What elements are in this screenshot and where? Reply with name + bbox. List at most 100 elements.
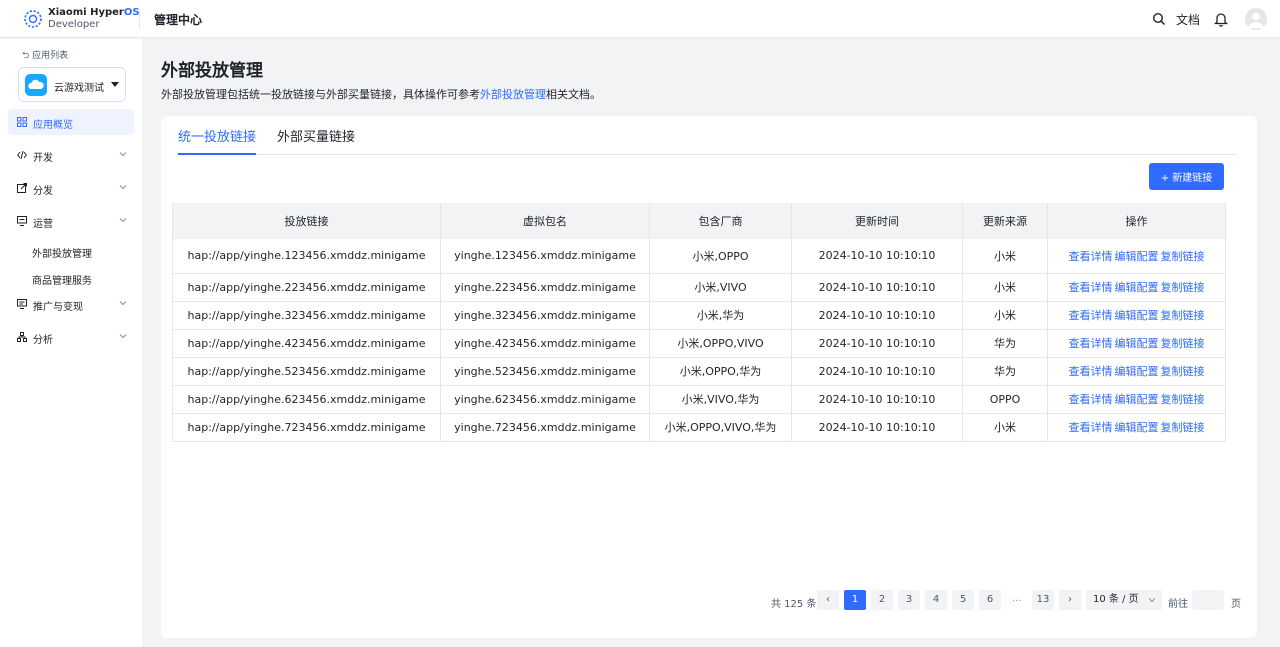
page-button-6[interactable]: 6 [979,590,1001,610]
column-header: 更新来源 [962,203,1048,239]
edit-config-link[interactable]: 编辑配置 [1115,393,1159,406]
view-details-link[interactable]: 查看详情 [1069,281,1113,294]
page-size-value: 10 条 / 页 [1093,594,1139,605]
table-row: hap://app/yinghe.423456.xmddz.minigame yi… [172,329,1226,358]
sidebar-item-analytics[interactable]: 分析 [8,324,134,350]
copy-link-button[interactable]: 复制链接 [1161,337,1205,350]
sidebar-item-operate[interactable]: 运营 [8,208,134,234]
page-button-13[interactable]: 13 [1032,590,1054,610]
chevron-down-icon [119,185,127,190]
sidebar-item-promotion[interactable]: 推广与变现 [8,291,134,317]
sidebar: ⮌ 应用列表 云游戏测试 应用概览 开发 分发 运营 外部投放管理 商品管理服务… [0,39,142,647]
table-cell: hap://app/yinghe.123456.xmddz.minigame [172,239,441,274]
table-cell: OPPO [962,385,1048,414]
table-cell: yinghe.723456.xmddz.minigame [440,413,650,442]
copy-link-button[interactable]: 复制链接 [1161,365,1205,378]
tab-external-purchase-links[interactable]: 外部买量链接 [277,126,355,155]
page-button-3[interactable]: 3 [898,590,920,610]
page-button-1[interactable]: 1 [844,590,866,610]
page-size-select[interactable]: 10 条 / 页 [1086,590,1162,610]
sidebar-item-label: 分析 [33,335,53,346]
table-actions-cell: 查看详情 编辑配置 复制链接 [1047,357,1226,386]
next-page-button[interactable]: › [1059,590,1081,610]
view-details-link[interactable]: 查看详情 [1069,250,1113,263]
table-actions-cell: 查看详情 编辑配置 复制链接 [1047,413,1226,442]
edit-config-link[interactable]: 编辑配置 [1115,337,1159,350]
table-cell: 2024-10-10 10:10:10 [791,329,963,358]
edit-config-link[interactable]: 编辑配置 [1115,281,1159,294]
table-cell: yinghe.423456.xmddz.minigame [440,329,650,358]
sidebar-item-label: 分发 [33,186,53,197]
header-divider [139,8,140,30]
column-header: 更新时间 [791,203,963,239]
logo[interactable]: Xiaomi HyperOS Developer [22,7,140,31]
sidebar-sub-product-management[interactable]: 商品管理服务 [32,272,92,287]
pagination-total: 共 125 条 [771,599,817,610]
table-cell: 2024-10-10 10:10:10 [791,273,963,302]
sidebar-item-overview[interactable]: 应用概览 [8,109,134,135]
table-cell: yinghe.523456.xmddz.minigame [440,357,650,386]
table-row: hap://app/yinghe.323456.xmddz.minigame yi… [172,301,1226,330]
goto-page-input[interactable] [1192,590,1224,610]
table-cell: hap://app/yinghe.223456.xmddz.minigame [172,273,441,302]
view-details-link[interactable]: 查看详情 [1069,421,1113,434]
table-cell: 小米,VIVO,华为 [649,385,792,414]
edit-config-link[interactable]: 编辑配置 [1115,365,1159,378]
pagination-ellipsis: ... [1012,593,1022,604]
copy-link-button[interactable]: 复制链接 [1161,393,1205,406]
pagination: 共 125 条 ‹ 1 2 3 4 5 6 ... 13 › 10 条 / 页 … [771,590,1251,612]
docs-link[interactable]: 文档 [1176,11,1200,28]
brand-subtitle: Developer [48,19,100,30]
table-cell: 2024-10-10 10:10:10 [791,357,963,386]
table-cell: yinghe.323456.xmddz.minigame [440,301,650,330]
analytics-icon [17,332,27,342]
page-button-4[interactable]: 4 [925,590,947,610]
chevron-down-icon [119,334,127,339]
view-details-link[interactable]: 查看详情 [1069,393,1113,406]
table-cell: 小米,OPPO,VIVO,华为 [649,413,792,442]
sidebar-sub-external-delivery[interactable]: 外部投放管理 [32,245,92,260]
copy-link-button[interactable]: 复制链接 [1161,421,1205,434]
sidebar-item-label: 运营 [33,219,53,230]
app-selector[interactable]: 云游戏测试 [18,67,126,102]
tab-unified-links[interactable]: 统一投放链接 [178,126,257,155]
column-header: 包含厂商 [649,203,792,239]
copy-link-button[interactable]: 复制链接 [1161,309,1205,322]
table-cell: 2024-10-10 10:10:10 [791,239,963,274]
brand-name: Xiaomi HyperOS [48,7,140,18]
avatar-icon [1248,12,1264,28]
table-cell: 小米 [962,301,1048,330]
avatar[interactable] [1245,8,1267,30]
promote-icon [17,299,27,309]
edit-config-link[interactable]: 编辑配置 [1115,421,1159,434]
view-details-link[interactable]: 查看详情 [1069,337,1113,350]
cloud-app-icon [25,74,47,96]
back-to-app-list[interactable]: ⮌ 应用列表 [22,48,68,64]
page-button-2[interactable]: 2 [871,590,893,610]
view-details-link[interactable]: 查看详情 [1069,309,1113,322]
app-name: 云游戏测试 [54,83,104,94]
search-icon[interactable] [1152,12,1166,26]
view-details-link[interactable]: 查看详情 [1069,365,1113,378]
docs-inline-link[interactable]: 外部投放管理 [480,88,546,101]
edit-config-link[interactable]: 编辑配置 [1115,250,1159,263]
bell-icon[interactable] [1214,11,1228,27]
column-header: 投放链接 [172,203,441,239]
edit-config-link[interactable]: 编辑配置 [1115,309,1159,322]
code-icon [17,150,27,160]
monitor-icon [17,216,27,226]
goto-page-suffix: 页 [1231,599,1241,610]
page-title: 外部投放管理 [161,61,263,81]
prev-page-button[interactable]: ‹ [817,590,839,610]
copy-link-button[interactable]: 复制链接 [1161,250,1205,263]
table-cell: yinghe.623456.xmddz.minigame [440,385,650,414]
column-header: 操作 [1047,203,1226,239]
table-actions-cell: 查看详情 编辑配置 复制链接 [1047,385,1226,414]
sidebar-item-distribute[interactable]: 分发 [8,175,134,201]
page-button-5[interactable]: 5 [952,590,974,610]
table-cell: 2024-10-10 10:10:10 [791,385,963,414]
sidebar-item-develop[interactable]: 开发 [8,142,134,168]
sidebar-item-label: 应用概览 [33,120,73,131]
copy-link-button[interactable]: 复制链接 [1161,281,1205,294]
new-link-button[interactable]: + 新建链接 [1149,163,1224,190]
